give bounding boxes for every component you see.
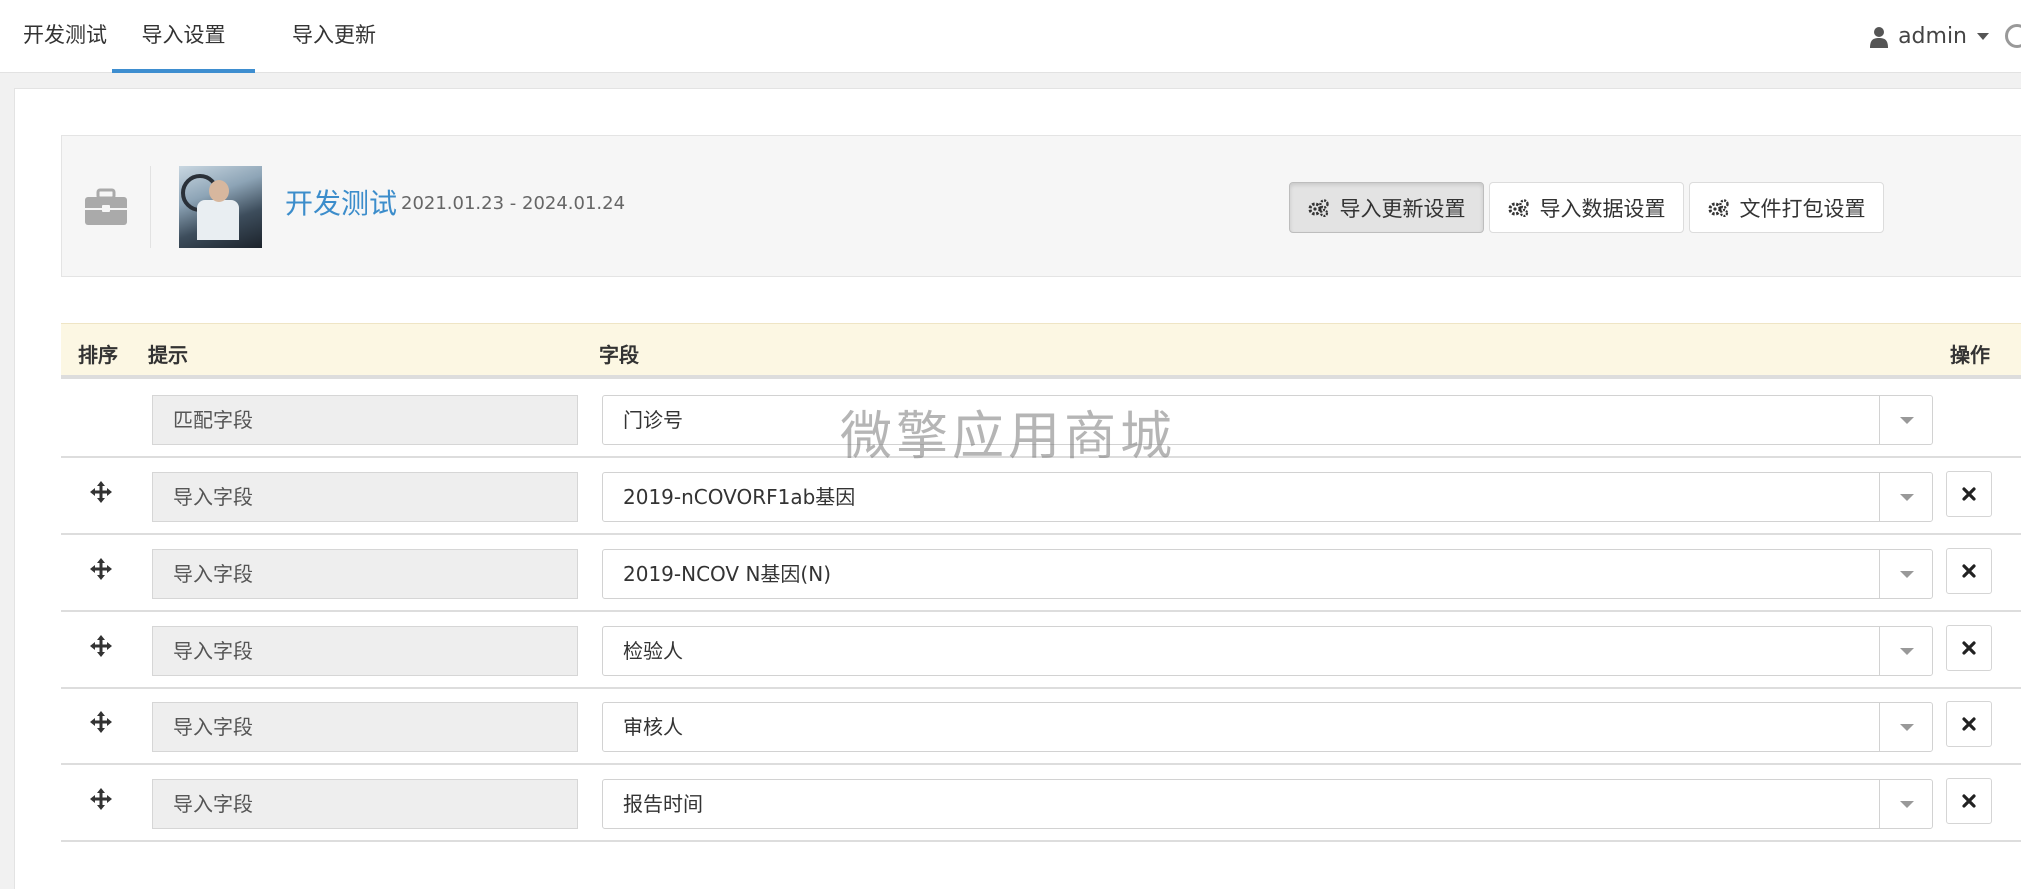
tip-field: 导入字段 <box>152 626 578 676</box>
gears-icon <box>1508 198 1529 217</box>
close-icon <box>1962 564 1976 578</box>
move-icon[interactable] <box>90 558 112 580</box>
select-arrow[interactable] <box>1879 780 1932 828</box>
chevron-down-icon <box>1900 417 1914 424</box>
project-title: 开发测试 <box>285 187 398 220</box>
close-icon <box>1962 794 1976 808</box>
close-icon <box>1962 487 1976 501</box>
field-select-value: 检验人 <box>623 639 683 663</box>
delete-row-button[interactable] <box>1946 471 1992 517</box>
field-select[interactable]: 报告时间 <box>602 779 1933 829</box>
select-arrow[interactable] <box>1879 473 1932 521</box>
table-row: 导入字段 2019-NCOV N基因(N) <box>61 536 2021 612</box>
move-icon[interactable] <box>90 635 112 657</box>
close-icon <box>1962 717 1976 731</box>
import-update-settings-button[interactable]: 导入更新设置 <box>1289 182 1484 233</box>
header-sort: 排序 <box>78 343 118 367</box>
delete-row-button[interactable] <box>1946 625 1992 671</box>
chevron-down-icon <box>1900 801 1914 808</box>
move-icon[interactable] <box>90 481 112 503</box>
file-pack-settings-button[interactable]: 文件打包设置 <box>1689 182 1884 233</box>
tip-field: 导入字段 <box>152 702 578 752</box>
gears-icon <box>1308 198 1329 217</box>
delete-row-button[interactable] <box>1946 548 1992 594</box>
tab-import-settings[interactable]: 导入设置 <box>112 0 255 73</box>
field-select[interactable]: 检验人 <box>602 626 1933 676</box>
top-navbar: 开发测试 导入设置 导入更新 admin <box>0 0 2021 73</box>
header-action: 操作 <box>1950 343 1990 367</box>
select-arrow[interactable] <box>1879 703 1932 751</box>
edge-circle-icon <box>2005 24 2021 48</box>
table-header: 排序 提示 字段 操作 <box>61 323 2021 379</box>
import-data-settings-button[interactable]: 导入数据设置 <box>1489 182 1684 233</box>
table-row: 匹配字段 门诊号 <box>61 382 2021 458</box>
chevron-down-icon <box>1977 33 1989 40</box>
table-row: 导入字段 报告时间 <box>61 766 2021 842</box>
vertical-divider <box>150 166 151 248</box>
field-select[interactable]: 审核人 <box>602 702 1933 752</box>
field-select[interactable]: 门诊号 <box>602 395 1933 445</box>
field-select-value: 2019-nCOVORF1ab基因 <box>623 485 856 509</box>
field-select[interactable]: 2019-nCOVORF1ab基因 <box>602 472 1933 522</box>
move-icon[interactable] <box>90 711 112 733</box>
tip-field: 导入字段 <box>152 472 578 522</box>
user-icon <box>1870 26 1889 48</box>
table-row: 导入字段 检验人 <box>61 613 2021 689</box>
field-select-value: 审核人 <box>623 715 683 739</box>
delete-row-button[interactable] <box>1946 778 1992 824</box>
chevron-down-icon <box>1900 724 1914 731</box>
chevron-down-icon <box>1900 571 1914 578</box>
header-tip: 提示 <box>148 343 188 367</box>
close-icon <box>1962 641 1976 655</box>
chevron-down-icon <box>1900 648 1914 655</box>
select-arrow[interactable] <box>1879 627 1932 675</box>
project-info-box: 开发测试 2021.01.23 - 2024.01.24 导入更新设置 导入数据… <box>61 135 2021 277</box>
button-label: 导入数据设置 <box>1539 196 1666 221</box>
delete-row-button[interactable] <box>1946 701 1992 747</box>
table-row: 导入字段 审核人 <box>61 689 2021 765</box>
user-menu[interactable]: admin <box>1870 0 1989 73</box>
field-select-value: 门诊号 <box>623 408 683 432</box>
user-name: admin <box>1898 24 1967 49</box>
tip-field: 匹配字段 <box>152 395 578 445</box>
select-arrow[interactable] <box>1879 396 1932 444</box>
table-row: 导入字段 2019-nCOVORF1ab基因 <box>61 459 2021 535</box>
header-field: 字段 <box>599 343 639 367</box>
tab-import-update[interactable]: 导入更新 <box>290 0 378 73</box>
move-icon[interactable] <box>90 788 112 810</box>
briefcase-icon <box>85 188 127 225</box>
tab-dev-test[interactable]: 开发测试 <box>21 0 109 73</box>
button-label: 导入更新设置 <box>1339 196 1466 221</box>
gears-icon <box>1708 198 1729 217</box>
select-arrow[interactable] <box>1879 550 1932 598</box>
field-select-value: 报告时间 <box>623 792 703 816</box>
field-select-value: 2019-NCOV N基因(N) <box>623 562 831 586</box>
project-thumbnail <box>179 166 262 248</box>
button-label: 文件打包设置 <box>1739 196 1866 221</box>
tip-field: 导入字段 <box>152 779 578 829</box>
project-dates: 2021.01.23 - 2024.01.24 <box>401 193 626 214</box>
field-select[interactable]: 2019-NCOV N基因(N) <box>602 549 1933 599</box>
tip-field: 导入字段 <box>152 549 578 599</box>
chevron-down-icon <box>1900 494 1914 501</box>
